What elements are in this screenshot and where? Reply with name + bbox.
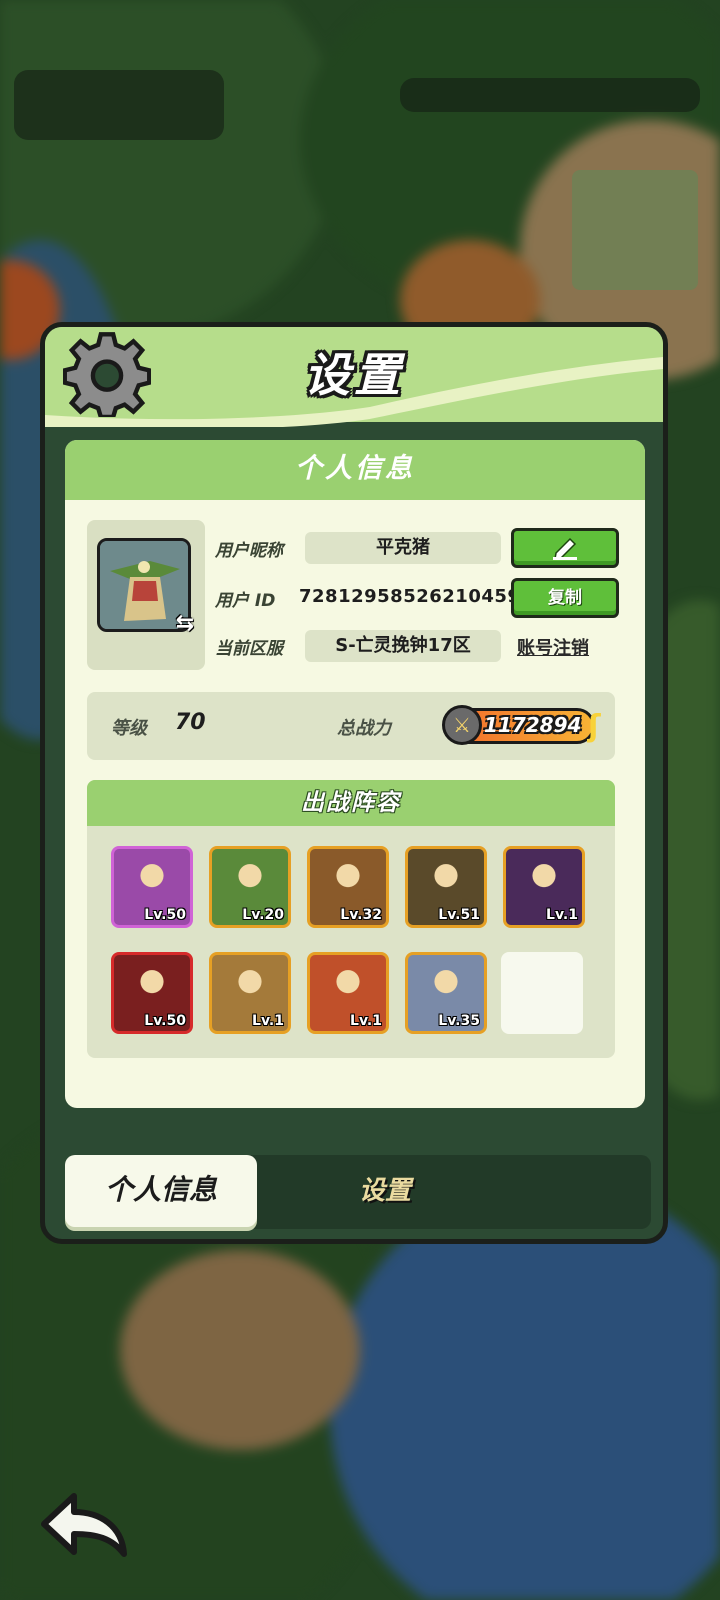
hero-level: Lv.35: [438, 1013, 480, 1029]
hero-slot[interactable]: Lv.51: [405, 846, 487, 928]
level-value: 70: [175, 710, 206, 735]
hero-slot[interactable]: Lv.1: [307, 952, 389, 1034]
resource-bar: [400, 78, 700, 112]
hero-slot[interactable]: Lv.32: [307, 846, 389, 928]
hero-level: Lv.32: [340, 907, 382, 923]
stats-bar: 等级 70 总战力 ⚔ 1172894 ʃ: [87, 692, 615, 760]
lineup-heading: 出战阵容: [87, 780, 615, 826]
level-label: 等级: [111, 718, 147, 739]
avatar-box[interactable]: ⇆: [87, 520, 205, 670]
pencil-icon: [553, 537, 577, 560]
dialog-title: 设置: [304, 348, 404, 402]
tab-settings[interactable]: 设置: [315, 1155, 455, 1227]
settings-dialog: 设置 个人信息 ⇆ 用户昵称 平克猪 用户 ID 728129585262104…: [40, 322, 668, 1244]
battle-lineup: 出战阵容 Lv.50 Lv.20 Lv.32 Lv.51 Lv.1 Lv.50 Lv.1 Lv…: [87, 780, 615, 1058]
power-label: 总战力: [337, 718, 391, 739]
hero-slot[interactable]: Lv.1: [503, 846, 585, 928]
user-id-label: 用户 ID: [215, 591, 276, 611]
nickname-label: 用户昵称: [215, 541, 283, 561]
hero-level: Lv.50: [144, 1013, 186, 1029]
player-hud: [14, 70, 224, 140]
tab-personal-info[interactable]: 个人信息: [65, 1155, 257, 1227]
personal-info-heading: 个人信息: [65, 440, 645, 500]
minimap: [572, 170, 698, 290]
user-id-value: 72812958526210459: [299, 586, 521, 607]
swap-icon[interactable]: ⇆: [171, 610, 199, 638]
hero-level: Lv.51: [438, 907, 480, 923]
hero-level: Lv.50: [144, 907, 186, 923]
power-badge: ⚔ 1172894 ʃ: [442, 705, 600, 745]
hero-slot[interactable]: Lv.50: [111, 846, 193, 928]
hero-slot[interactable]: Lv.35: [405, 952, 487, 1034]
edit-nickname-button[interactable]: [511, 528, 619, 568]
hero-level: Lv.1: [350, 1013, 382, 1029]
hero-slot[interactable]: Lv.1: [209, 952, 291, 1034]
hero-slot[interactable]: Lv.50: [111, 952, 193, 1034]
hero-level: Lv.1: [546, 907, 578, 923]
dialog-header: 设置: [45, 327, 663, 427]
lightning-icon: ʃ: [588, 709, 601, 744]
crossed-swords-icon: ⚔: [442, 705, 482, 745]
power-value: 1172894: [484, 713, 582, 737]
personal-info-panel: 个人信息 ⇆ 用户昵称 平克猪 用户 ID 72812958526210459 …: [65, 440, 645, 1108]
hero-slot[interactable]: Lv.20: [209, 846, 291, 928]
dialog-tabs: 个人信息 设置: [65, 1155, 651, 1229]
copy-id-button[interactable]: 复制: [511, 578, 619, 618]
back-arrow-icon[interactable]: [38, 1490, 128, 1560]
hero-level: Lv.1: [252, 1013, 284, 1029]
empty-hero-slot[interactable]: [501, 952, 583, 1034]
hero-level: Lv.20: [242, 907, 284, 923]
server-label: 当前区服: [215, 639, 283, 659]
nickname-field: 平克猪: [305, 532, 501, 564]
account-deletion-link[interactable]: 账号注销: [517, 634, 589, 660]
server-field: S-亡灵挽钟17区: [305, 630, 501, 662]
